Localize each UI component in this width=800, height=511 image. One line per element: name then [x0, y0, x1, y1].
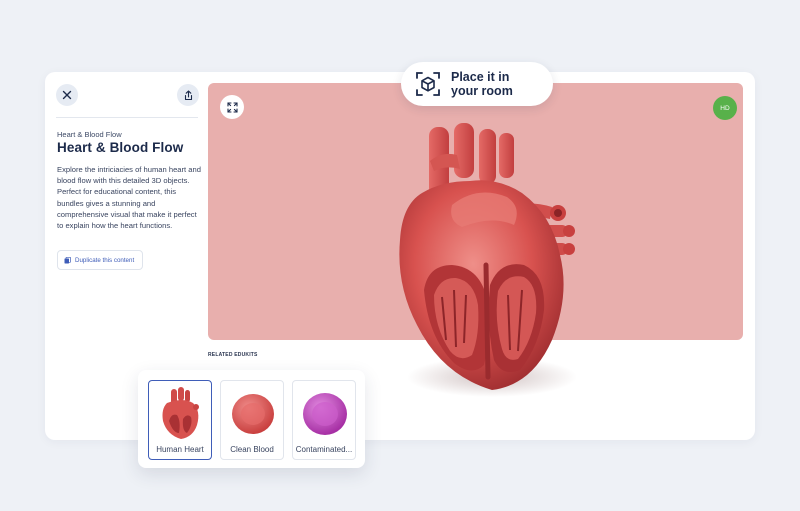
heart-thumbnail [162, 387, 199, 439]
share-icon [184, 89, 192, 100]
copy-icon [64, 256, 71, 263]
related-item-contaminated-blood[interactable]: Contaminated... [292, 380, 356, 460]
related-item-label: Clean Blood [230, 445, 274, 454]
purple-blood-cell-thumbnail [303, 393, 347, 435]
close-button[interactable] [56, 84, 78, 106]
close-icon [62, 90, 72, 100]
related-item-human-heart[interactable]: Human Heart [148, 380, 212, 460]
related-edukits-label: RELATED EDUKITS [208, 352, 258, 358]
related-item-label: Contaminated... [295, 445, 353, 454]
hd-badge[interactable]: HD [713, 96, 737, 120]
share-button[interactable] [177, 84, 199, 106]
related-item-label: Human Heart [156, 445, 204, 454]
duplicate-label: Duplicate this content [75, 256, 135, 264]
ar-cube-icon [416, 72, 440, 96]
fullscreen-button[interactable] [220, 95, 244, 119]
sidebar-divider [56, 117, 198, 118]
page-title: Heart & Blood Flow [57, 140, 184, 155]
ar-button-label: Place it in your room [451, 70, 513, 98]
place-in-room-button[interactable]: Place it in your room [401, 62, 553, 106]
breadcrumb: Heart & Blood Flow [57, 130, 122, 139]
heart-model[interactable] [382, 115, 592, 400]
description: Explore the intriciacies of human heart … [57, 165, 201, 231]
expand-icon [226, 101, 238, 113]
duplicate-content-button[interactable]: Duplicate this content [57, 250, 143, 270]
red-blood-cell-thumbnail [232, 394, 274, 434]
related-item-clean-blood[interactable]: Clean Blood [220, 380, 284, 460]
